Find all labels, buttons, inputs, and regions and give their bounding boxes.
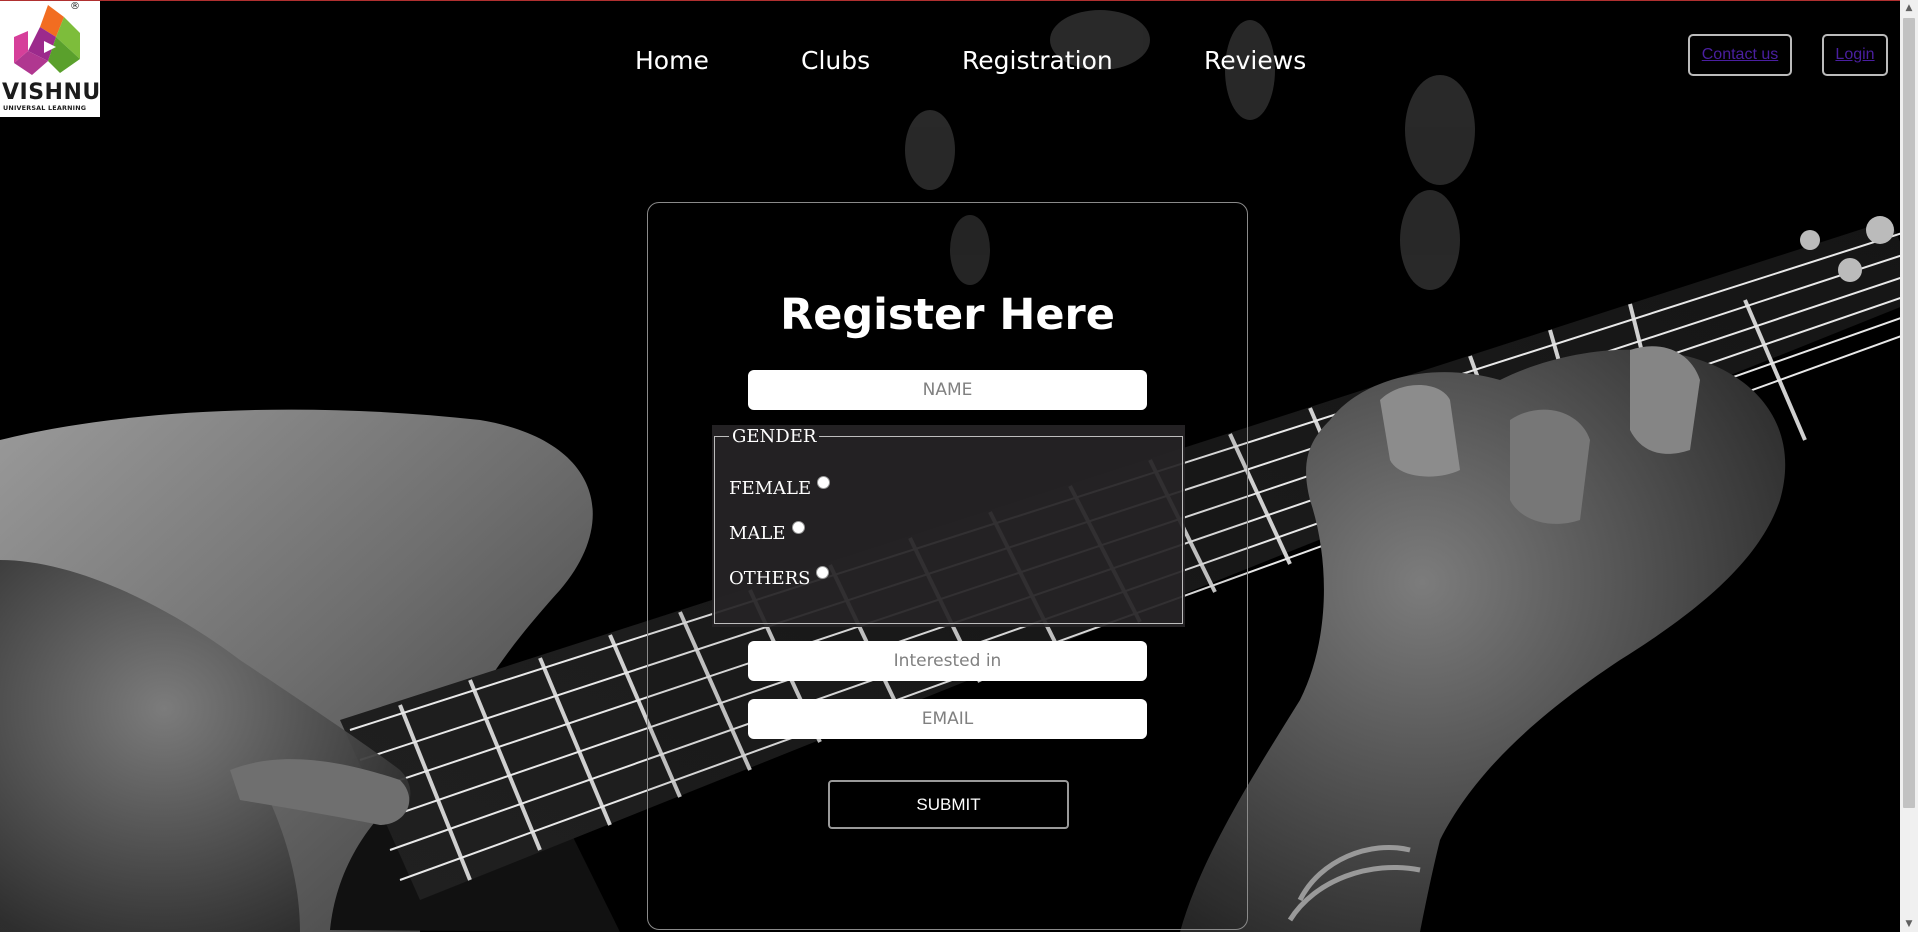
others-radio[interactable] [816, 566, 830, 579]
login-button[interactable]: Login [1822, 34, 1888, 76]
form-title: Register Here [780, 290, 1115, 340]
login-link[interactable]: Login [1835, 46, 1874, 64]
nav-registration-link[interactable]: Registration [962, 46, 1113, 75]
female-radio[interactable] [817, 476, 831, 489]
brand-tagline: UNIVERSAL LEARNING [3, 104, 87, 112]
gender-option-female: FEMALE [729, 476, 831, 499]
main-nav: Home Clubs Registration Reviews [0, 46, 1918, 80]
window-top-edge [0, 0, 1918, 1]
contact-us-link[interactable]: Contact us [1702, 46, 1778, 64]
male-label: MALE [729, 523, 786, 544]
email-input[interactable] [748, 699, 1147, 739]
gender-option-others: OTHERS [729, 566, 830, 589]
nav-home-link[interactable]: Home [635, 46, 709, 75]
gender-option-male: MALE [729, 521, 805, 544]
female-label: FEMALE [729, 478, 812, 499]
gender-legend: GENDER [732, 426, 817, 447]
scrollbar-thumb[interactable] [1903, 18, 1915, 808]
male-radio[interactable] [791, 521, 805, 534]
scroll-down-arrow-icon[interactable]: ▼ [1900, 916, 1918, 932]
scroll-up-arrow-icon[interactable]: ▲ [1900, 0, 1918, 16]
brand-name: VISHNU [2, 80, 101, 105]
interest-input[interactable] [748, 641, 1147, 681]
contact-us-button[interactable]: Contact us [1688, 34, 1792, 76]
name-input[interactable] [748, 370, 1147, 410]
submit-button[interactable]: SUBMIT [828, 780, 1069, 829]
others-label: OTHERS [729, 568, 811, 589]
registered-mark: ® [70, 1, 80, 12]
nav-reviews-link[interactable]: Reviews [1204, 46, 1306, 75]
vertical-scrollbar[interactable]: ▲ ▼ [1900, 0, 1918, 932]
nav-clubs-link[interactable]: Clubs [801, 46, 870, 75]
